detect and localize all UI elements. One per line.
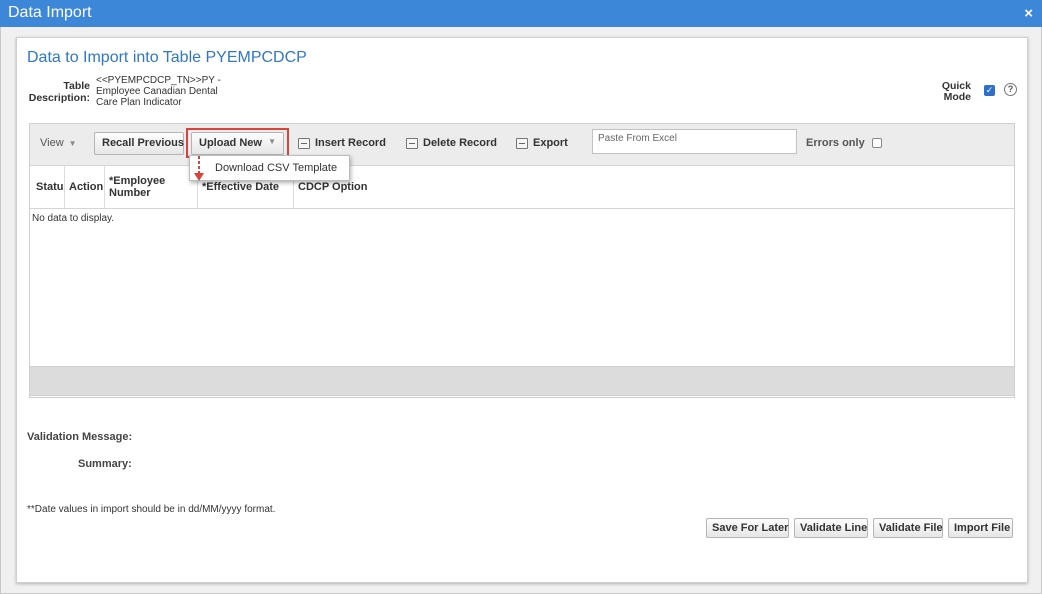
errors-only-toggle[interactable]: Errors only [806,137,882,149]
delete-record-label: Delete Record [423,137,497,149]
page-title: Data to Import into Table PYEMPCDCP [27,49,307,66]
grid-toolbar: View ▼ Recall Previous Upload New ▼ Inse… [30,124,1014,166]
validate-line-button[interactable]: Validate Line [794,518,868,538]
delete-record-icon [406,137,418,149]
import-grid: View ▼ Recall Previous Upload New ▼ Inse… [29,123,1015,398]
column-header-employee-number[interactable]: *Employee Number [105,166,198,208]
errors-only-checkbox[interactable] [871,138,882,148]
window-title: Data Import [8,4,92,21]
chevron-down-icon: ▼ [268,137,276,146]
export-icon [516,137,528,149]
upload-new-label: Upload New [199,137,262,149]
delete-record-button[interactable]: Delete Record [406,137,497,149]
summary-label: Summary: [78,458,132,470]
import-file-button[interactable]: Import File [948,518,1013,538]
errors-only-label: Errors only [806,137,865,149]
view-label: View [40,137,64,149]
date-format-note: **Date values in import should be in dd/… [27,504,276,515]
insert-record-icon [298,137,310,149]
insert-record-button[interactable]: Insert Record [298,137,386,149]
insert-record-label: Insert Record [315,137,386,149]
grid-header: Status Action *Employee Number *Effectiv… [30,166,1014,209]
window-titlebar: Data Import × [0,0,1042,27]
dialog-body: Data to Import into Table PYEMPCDCP Tabl… [0,27,1042,594]
help-icon[interactable]: ? [1004,83,1017,96]
quick-mode-label: Quick Mode [941,80,971,103]
save-for-later-button[interactable]: Save For Later [706,518,789,538]
upload-new-dropdown: Download CSV Template [189,155,350,181]
table-description-label: Table Description: [28,80,90,104]
table-description-value: <<PYEMPCDCP_TN>>PY - Employee Canadian D… [96,75,221,108]
no-data-message: No data to display. [32,213,115,224]
arrow-down-icon [194,156,204,181]
quick-mode-checkbox[interactable]: ✓ [984,85,995,96]
view-menu[interactable]: View ▼ [40,137,77,149]
export-label: Export [533,137,568,149]
import-panel: Data to Import into Table PYEMPCDCP Tabl… [16,37,1028,583]
employee-number-header-label: *Employee Number [109,175,166,199]
close-icon[interactable]: × [1024,5,1033,22]
download-csv-template-item[interactable]: Download CSV Template [215,162,337,174]
column-header-action[interactable]: Action [65,166,105,208]
validate-file-button[interactable]: Validate File [873,518,943,538]
recall-previous-button[interactable]: Recall Previous [94,132,184,155]
column-header-status[interactable]: Status [30,166,65,208]
upload-new-button[interactable]: Upload New ▼ [191,132,284,155]
paste-from-excel-input[interactable]: Paste From Excel [592,129,797,154]
column-header-cdcp-option[interactable]: CDCP Option [294,166,1014,208]
grid-footer-bar [29,366,1015,396]
export-button[interactable]: Export [516,137,568,149]
chevron-down-icon: ▼ [68,138,77,148]
validation-message-label: Validation Message: [27,431,133,443]
